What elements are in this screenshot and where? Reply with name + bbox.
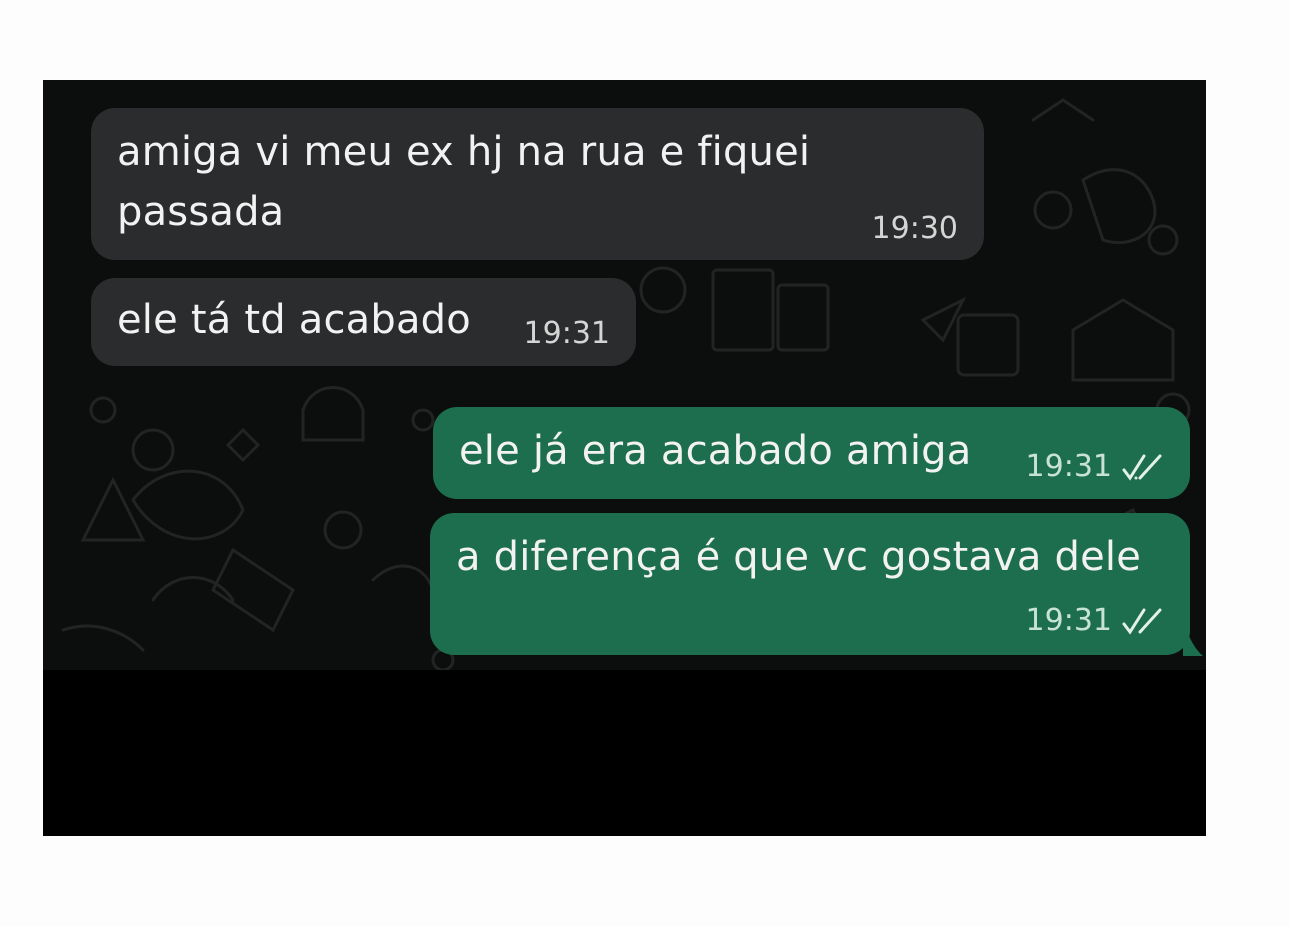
timestamp: 19:31 (1025, 603, 1112, 638)
bottom-blank-area (43, 670, 1206, 836)
message-meta: 19:31 (1026, 449, 1164, 484)
timestamp: 19:31 (523, 316, 610, 351)
message-time: 19:30 (872, 211, 958, 246)
message-text: ele já era acabado amiga (459, 428, 972, 474)
outgoing-message-1[interactable]: ele já era acabado amiga 19:31 (433, 407, 1190, 499)
timestamp: 19:30 (871, 211, 958, 246)
message-text-line-1: amiga vi meu ex hj na rua e fiquei (117, 129, 811, 175)
message-time: 19:31 (524, 316, 610, 351)
outgoing-message-2[interactable]: a diferença é que vc gostava dele 19:31 (430, 513, 1190, 655)
timestamp: 19:31 (1025, 449, 1112, 484)
chat-background[interactable]: amiga vi meu ex hj na rua e fiquei passa… (43, 80, 1206, 670)
double-check-icon (1122, 608, 1162, 635)
chat-screenshot: amiga vi meu ex hj na rua e fiquei passa… (43, 80, 1206, 836)
incoming-message-2[interactable]: ele tá td acabado 19:31 (91, 278, 636, 366)
message-meta: 19:31 (1026, 603, 1164, 638)
double-check-icon (1122, 454, 1162, 481)
message-text: a diferença é que vc gostava dele (456, 534, 1142, 580)
message-text-line-2: passada (117, 189, 285, 235)
message-text: ele tá td acabado (117, 297, 471, 343)
incoming-message-1[interactable]: amiga vi meu ex hj na rua e fiquei passa… (91, 108, 984, 260)
bubble-tail (1183, 620, 1203, 656)
